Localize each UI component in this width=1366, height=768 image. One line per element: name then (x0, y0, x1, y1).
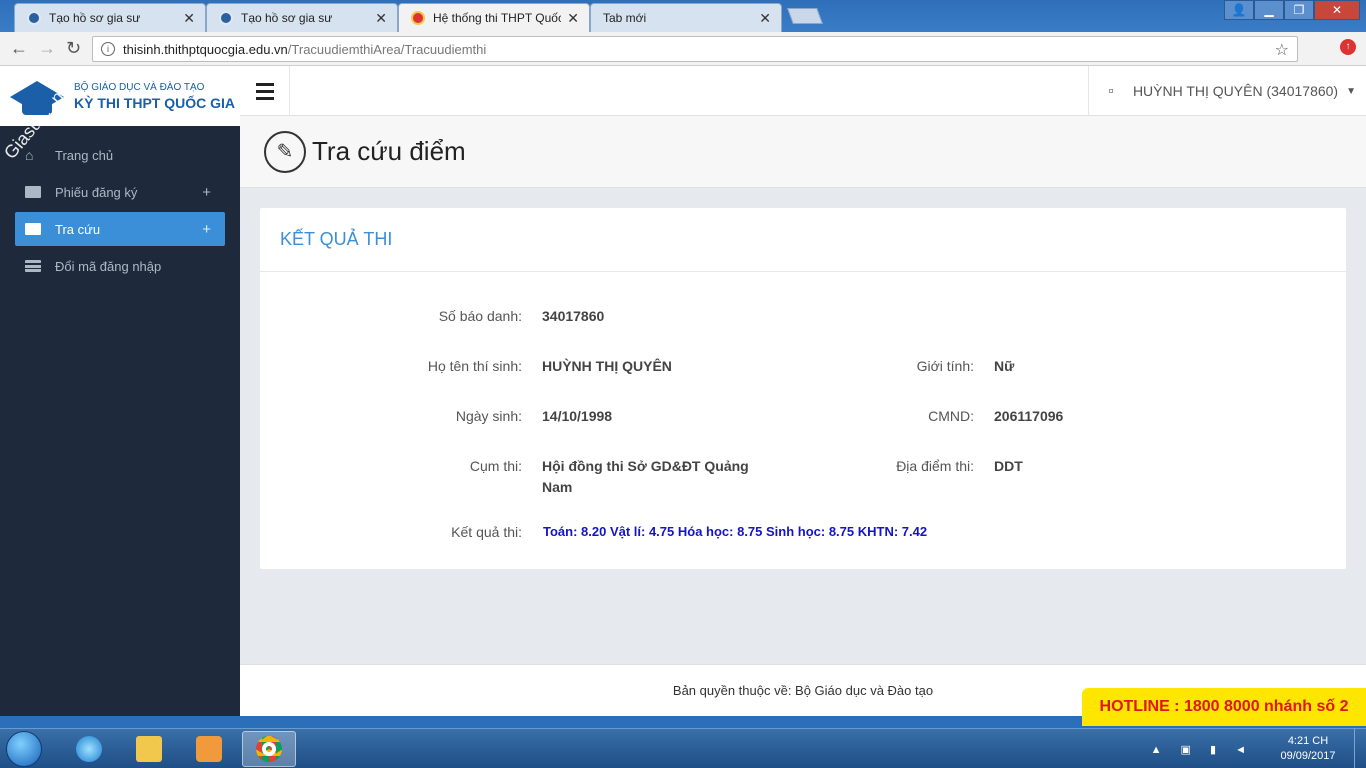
close-tab-icon[interactable]: ✕ (183, 10, 195, 27)
forward-icon[interactable]: → (38, 38, 56, 59)
extension-icon[interactable]: ↑ (1340, 39, 1356, 55)
taskbar-explorer[interactable] (122, 731, 176, 767)
site-label: Địa điểm thi: (896, 458, 974, 474)
card-title: KẾT QUẢ THI (260, 208, 1346, 272)
close-tab-icon[interactable]: ✕ (567, 10, 579, 27)
sidebar-item-label: Tra cứu (55, 221, 101, 237)
user-menu[interactable]: HUỲNH THỊ QUYÊN (34017860) ▼ (1087, 66, 1366, 116)
gender-value: Nữ (994, 358, 1015, 374)
cmnd-value: 206117096 (994, 408, 1064, 424)
emblem-icon (411, 11, 425, 25)
top-navbar: HUỲNH THỊ QUYÊN (34017860) ▼ (240, 66, 1366, 116)
chrome-icon (256, 736, 282, 762)
show-desktop-button[interactable] (1354, 729, 1366, 768)
page-header: ✎ Tra cứu điểm (240, 116, 1366, 188)
list-icon (25, 260, 41, 272)
browser-tab-3[interactable]: Hệ thống thi THPT Quốc ✕ (398, 3, 590, 32)
tab-title: Hệ thống thi THPT Quốc (433, 11, 562, 25)
tab-title: Tạo hồ sơ gia sư (49, 11, 141, 25)
url-host: thisinh.thithptquocgia.edu.vn (123, 41, 288, 57)
name-value: HUỲNH THỊ QUYÊN (542, 358, 672, 374)
result-label: Kết quả thi: (451, 524, 522, 540)
sidebar-item-registration[interactable]: Phiếu đăng ký + (15, 175, 225, 209)
close-tab-icon[interactable]: ✕ (759, 10, 771, 27)
close-tab-icon[interactable]: ✕ (375, 10, 387, 27)
browser-tab-2[interactable]: Tạo hồ sơ gia sư ✕ (206, 3, 398, 32)
tab-title: Tab mới (603, 11, 647, 25)
page-viewport: BỘ GIÁO DỤC VÀ ĐÀO TẠO KỲ THI THPT QUỐC … (0, 66, 1366, 726)
clock-date: 09/09/2017 (1280, 750, 1336, 762)
sidebar-menu: ⌂ Trang chủ Phiếu đăng ký + Tra cứu + Đổ… (0, 138, 240, 283)
start-button[interactable] (6, 731, 42, 767)
caret-down-icon: ▼ (1346, 85, 1356, 97)
dob-label: Ngày sinh: (455, 408, 522, 424)
system-tray: ▲ ▣ ▮ ◄ 4:21 CH 09/09/2017 (1151, 729, 1366, 768)
sidebar: BỘ GIÁO DỤC VÀ ĐÀO TẠO KỲ THI THPT QUỐC … (0, 66, 240, 716)
bookmark-star-icon[interactable]: ☆ (1275, 40, 1289, 60)
site-icon (27, 11, 41, 25)
result-value: Toán: 8.20 Vật lí: 4.75 Hóa học: 8.75 Si… (543, 524, 928, 539)
ie-icon (76, 736, 102, 762)
sidebar-item-lookup[interactable]: Tra cứu + (15, 212, 225, 246)
tab-title: Tạo hồ sơ gia sư (241, 11, 333, 25)
dob-value: 14/10/1998 (542, 408, 613, 424)
gender-label: Giới tính: (916, 358, 974, 374)
sidebar-item-label: Đổi mã đăng nhập (55, 258, 162, 274)
sidebar-item-change-password[interactable]: Đổi mã đăng nhập (15, 249, 225, 283)
cmnd-label: CMND: (928, 408, 974, 424)
sbd-value: 34017860 (542, 308, 605, 324)
browser-tab-1[interactable]: Tạo hồ sơ gia sư ✕ (14, 3, 206, 32)
close-window-icon[interactable]: ✕ (1314, 0, 1360, 20)
expand-icon[interactable]: + (202, 221, 211, 238)
new-tab-button[interactable] (787, 8, 823, 24)
home-icon: ⌂ (25, 147, 34, 163)
edit-icon: ✎ (264, 130, 306, 173)
user-avatar-icon (1108, 89, 1113, 93)
folder-icon (25, 223, 41, 235)
site-icon (219, 11, 233, 25)
sidebar-item-label: Trang chủ (55, 147, 114, 163)
minimize-icon[interactable]: ▁ (1254, 0, 1284, 20)
menu-toggle-icon[interactable] (240, 66, 290, 116)
folder-icon (25, 186, 41, 198)
browser-toolbar: ← → ↻ i thisinh.thithptquocgia.edu.vn /T… (0, 32, 1366, 66)
back-icon[interactable]: ← (10, 38, 28, 59)
user-icon[interactable]: 👤 (1224, 0, 1254, 20)
taskbar-chrome[interactable] (242, 731, 296, 767)
site-value: DDT (994, 458, 1023, 474)
sbd-label: Số báo danh: (438, 308, 522, 324)
window-controls: 👤 ▁ ❐ ✕ (1224, 0, 1360, 20)
taskbar-media-player[interactable] (182, 731, 236, 767)
cluster-label: Cụm thi: (469, 458, 522, 474)
address-bar[interactable]: i thisinh.thithptquocgia.edu.vn /Tracuud… (92, 36, 1298, 62)
windows-taskbar: ▲ ▣ ▮ ◄ 4:21 CH 09/09/2017 (0, 728, 1366, 768)
cluster-value-line2: Nam (542, 479, 573, 495)
copyright-text: Bản quyền thuộc về: Bộ Giáo dục và Đào t… (672, 683, 934, 698)
user-name: HUỲNH THỊ QUYÊN (34017860) (1132, 83, 1339, 99)
brand-ministry: BỘ GIÁO DỤC VÀ ĐÀO TẠO (74, 81, 205, 93)
taskbar-ie[interactable] (62, 731, 116, 767)
media-player-icon (196, 736, 222, 762)
browser-tab-bar: Tạo hồ sơ gia sư ✕ Tạo hồ sơ gia sư ✕ Hệ… (0, 0, 1366, 32)
result-card: KẾT QUẢ THI Số báo danh: 34017860 Họ tên… (260, 208, 1346, 569)
name-label: Họ tên thí sinh: (427, 358, 522, 374)
expand-icon[interactable]: + (202, 184, 211, 201)
brand-exam-name: KỲ THI THPT QUỐC GIA (74, 94, 235, 111)
clock-time: 4:21 CH (1287, 735, 1329, 747)
url-path: /TracuudiemthiArea/Tracuudiemthi (287, 41, 487, 57)
sidebar-item-label: Phiếu đăng ký (55, 184, 138, 200)
browser-tab-4[interactable]: Tab mới ✕ (590, 3, 782, 32)
page-title: Tra cứu điểm (312, 136, 466, 166)
sidebar-item-home[interactable]: ⌂ Trang chủ (15, 138, 225, 172)
tray-icons[interactable]: ▲ ▣ ▮ ◄ (1151, 743, 1254, 756)
reload-icon[interactable]: ↻ (66, 38, 81, 59)
folder-icon (136, 736, 162, 762)
clock[interactable]: 4:21 CH 09/09/2017 (1268, 734, 1348, 764)
restore-icon[interactable]: ❐ (1284, 0, 1314, 20)
info-icon[interactable]: i (101, 42, 115, 56)
hotline-banner[interactable]: HOTLINE : 1800 8000 nhánh số 2 (1082, 688, 1366, 726)
